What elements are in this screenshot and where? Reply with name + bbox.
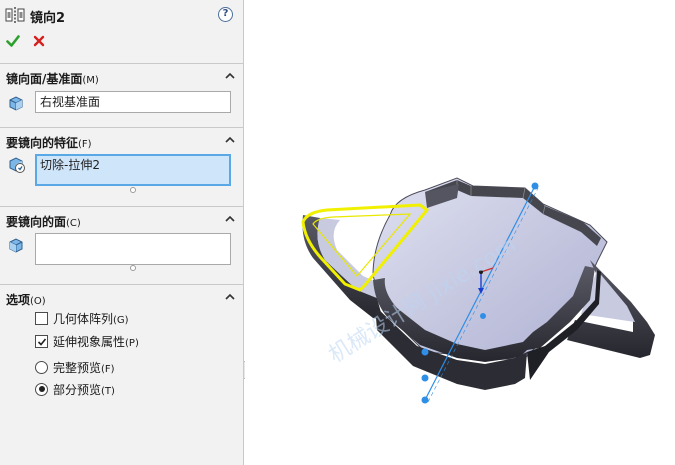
collapse-chevron-icon[interactable] [225,72,235,79]
section-title-options[interactable]: 选项(O) [6,291,46,308]
propagate-visual-option[interactable]: 延伸视象属性(P) [35,333,139,349]
partial-preview-radio[interactable] [35,382,48,396]
ok-check-icon[interactable] [6,34,20,48]
mirror-plane-field[interactable]: 右视基准面 [35,91,231,113]
section-features-to-mirror: 要镜向的特征(F) 切除-拉伸2 [0,127,244,206]
geometry-pattern-checkbox[interactable] [35,311,48,325]
full-preview-radio[interactable] [35,360,48,374]
face-selection-icon [9,238,23,253]
collapse-chevron-icon[interactable] [225,136,235,143]
section-title-features-to-mirror[interactable]: 要镜向的特征(F) [6,134,92,151]
geometry-pattern-option[interactable]: 几何体阵列(G) [35,310,129,326]
list-resize-handle[interactable] [130,187,136,193]
model-view: 机械设计网 jixie.com [301,177,655,404]
propagate-visual-checkbox[interactable] [35,334,48,348]
graphics-viewport[interactable]: 机械设计网 jixie.com [245,0,675,465]
features-to-mirror-list[interactable]: 切除-拉伸2 [35,154,231,186]
section-title-mirror-plane[interactable]: 镜向面/基准面(M) [6,70,99,87]
section-options: 选项(O) 几何体阵列(G) 延伸视象属性(P) 完整预览(F) 部分预览(T) [0,284,244,465]
cancel-x-icon[interactable] [33,35,45,47]
property-manager-panel: 镜向2 ? 镜向面/基准面(M) 右视基准面 要镜向的特征(F) 切除-拉伸2 … [0,0,244,465]
list-resize-handle[interactable] [130,265,136,271]
feature-title: 镜向2 [30,11,66,26]
section-title-faces-to-mirror[interactable]: 要镜向的面(C) [6,213,81,230]
collapse-chevron-icon[interactable] [225,215,235,222]
help-icon[interactable]: ? [218,7,233,22]
collapse-chevron-icon[interactable] [225,293,235,300]
faces-to-mirror-list[interactable] [35,233,231,265]
feature-selection-icon [9,157,25,173]
part-left-ear[interactable] [302,215,385,320]
full-preview-option[interactable]: 完整预览(F) [35,359,115,375]
property-manager-header: 镜向2 ? [0,0,244,30]
section-mirror-plane: 镜向面/基准面(M) 右视基准面 [0,63,244,127]
checkmark-icon [37,337,47,346]
partial-preview-option[interactable]: 部分预览(T) [35,381,115,397]
section-faces-to-mirror: 要镜向的面(C) [0,206,244,284]
plane-selection-icon [9,96,23,111]
mirror-feature-icon [5,7,25,23]
